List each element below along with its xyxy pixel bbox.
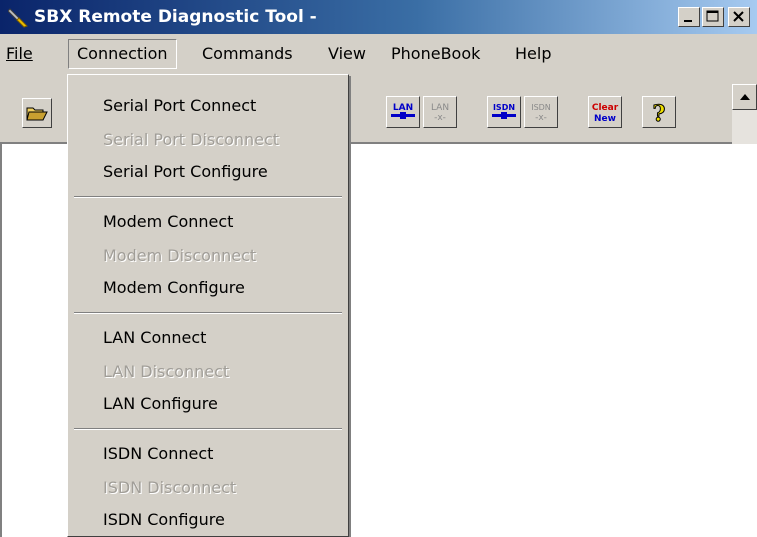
menu-view-label: View: [328, 44, 366, 63]
maximize-icon: [706, 10, 719, 22]
menu-phonebook[interactable]: PhoneBook: [391, 44, 480, 63]
menu-item-modem-disconnect: Modem Disconnect: [103, 246, 257, 265]
open-folder-icon: [26, 107, 48, 121]
menu-separator: [74, 196, 342, 198]
lan-connect-icon: LAN: [391, 103, 415, 119]
menu-item-lan-connect[interactable]: LAN Connect: [103, 328, 206, 347]
svg-text:-x-: -x-: [434, 113, 446, 123]
open-button[interactable]: [22, 98, 52, 128]
svg-text:ISDN: ISDN: [531, 103, 551, 112]
arrow-up-icon: [740, 94, 750, 100]
menu-commands[interactable]: Commands: [202, 44, 293, 63]
menu-help[interactable]: Help: [515, 44, 551, 63]
svg-text:LAN: LAN: [431, 103, 449, 113]
close-button[interactable]: [728, 7, 750, 27]
menu-file[interactable]: File: [6, 44, 33, 63]
menu-connection[interactable]: Connection: [68, 39, 177, 69]
menu-item-serial-port-disconnect: Serial Port Disconnect: [103, 130, 280, 149]
minimize-icon: [684, 20, 692, 22]
menu-item-isdn-disconnect: ISDN Disconnect: [103, 478, 237, 497]
svg-text:LAN: LAN: [393, 103, 413, 113]
svg-text:Clear: Clear: [592, 103, 619, 113]
title-bar: SBX Remote Diagnostic Tool -: [0, 0, 757, 34]
isdn-connect-button[interactable]: ISDN: [487, 96, 521, 128]
menu-item-modem-connect[interactable]: Modem Connect: [103, 212, 233, 231]
menu-commands-label: Commands: [202, 44, 293, 63]
help-icon: ?: [652, 101, 666, 127]
menu-connection-label: Connection: [77, 44, 168, 63]
isdn-disconnect-icon: ISDN -x-: [531, 103, 551, 123]
svg-text:?: ?: [653, 101, 666, 126]
scroll-track[interactable]: [732, 110, 757, 144]
isdn-disconnect-button[interactable]: ISDN -x-: [524, 96, 558, 128]
menu-item-isdn-connect[interactable]: ISDN Connect: [103, 444, 213, 463]
menu-separator: [74, 428, 342, 430]
svg-text:-x-: -x-: [535, 113, 547, 123]
svg-text:New: New: [594, 114, 616, 124]
window-title: SBX Remote Diagnostic Tool -: [34, 7, 317, 27]
menu-item-serial-port-configure[interactable]: Serial Port Configure: [103, 162, 268, 181]
menu-help-label: Help: [515, 44, 552, 63]
menu-phonebook-label: PhoneBook: [391, 44, 481, 63]
menu-item-lan-configure[interactable]: LAN Configure: [103, 394, 218, 413]
menu-file-label: File: [6, 44, 33, 63]
lan-connect-button[interactable]: LAN: [386, 96, 420, 128]
lan-disconnect-button[interactable]: LAN -x-: [423, 96, 457, 128]
connection-menu: Serial Port Connect Serial Port Disconne…: [67, 74, 349, 537]
menu-bar: File Connection Commands View PhoneBook …: [0, 34, 757, 74]
menu-item-lan-disconnect: LAN Disconnect: [103, 362, 230, 381]
svg-text:ISDN: ISDN: [493, 103, 515, 112]
help-button[interactable]: ?: [642, 96, 676, 128]
close-icon: [733, 11, 744, 22]
maximize-button[interactable]: [702, 7, 724, 27]
menu-item-modem-configure[interactable]: Modem Configure: [103, 278, 245, 297]
menu-separator: [74, 312, 342, 314]
menu-item-isdn-configure[interactable]: ISDN Configure: [103, 510, 225, 529]
scroll-up-button[interactable]: [732, 84, 757, 110]
menu-view[interactable]: View: [328, 44, 366, 63]
clear-new-icon: Clear New: [592, 103, 619, 124]
clear-new-button[interactable]: Clear New: [588, 96, 622, 128]
minimize-button[interactable]: [678, 7, 700, 27]
isdn-connect-icon: ISDN: [492, 103, 516, 119]
menu-item-serial-port-connect[interactable]: Serial Port Connect: [103, 96, 256, 115]
app-wrench-icon: [8, 8, 28, 28]
lan-disconnect-icon: LAN -x-: [431, 103, 449, 123]
